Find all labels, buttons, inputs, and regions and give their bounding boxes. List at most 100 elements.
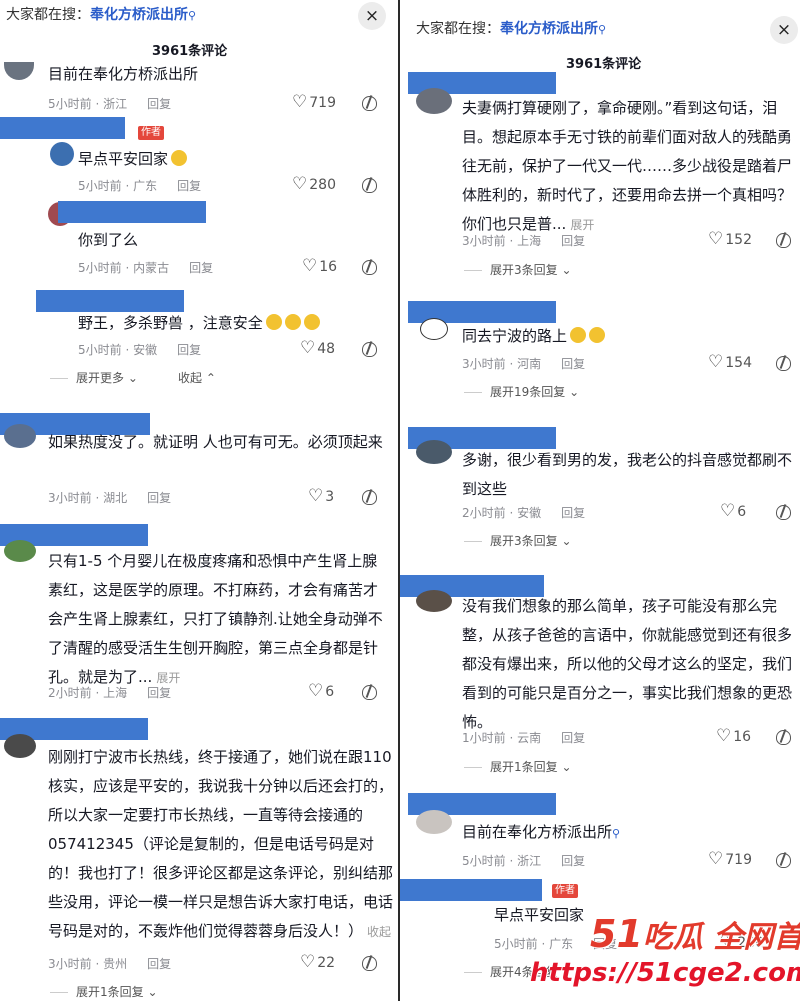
avatar[interactable] <box>416 810 452 834</box>
expand-text-button[interactable]: 展开 <box>570 218 594 232</box>
expand-replies-button[interactable]: 展开3条回复 ⌄ <box>464 532 572 549</box>
heart-icon: ♡ <box>708 229 724 249</box>
heart-icon: ♡ <box>720 501 736 521</box>
thumb-emoji-icon <box>265 314 282 330</box>
watermark-logo: 51吃瓜 全网首发 <box>590 912 800 956</box>
expand-replies-button[interactable]: 展开1条回复 ⌄ <box>50 983 158 1000</box>
avatar[interactable] <box>4 540 36 562</box>
search-suggestion[interactable]: 大家都在搜：奉化方桥派出所⚲ <box>416 18 606 38</box>
reply-button[interactable]: 回复 <box>147 686 171 700</box>
avatar[interactable] <box>4 424 36 448</box>
like-button[interactable]: ♡ 16 <box>716 726 751 746</box>
search-icon: ⚲ <box>188 9 197 22</box>
comment-meta: 5小时前 · 内蒙古 回复 <box>78 261 214 275</box>
dislike-icon[interactable] <box>362 260 377 275</box>
reply-button[interactable]: 回复 <box>561 357 585 371</box>
like-button[interactable]: ♡ 154 <box>708 352 752 372</box>
like-button[interactable]: ♡ 280 <box>292 174 336 194</box>
redacted-username <box>400 879 542 901</box>
dislike-icon[interactable] <box>776 356 791 371</box>
author-badge: 作者 <box>138 126 164 140</box>
watermark-url: https://51cge2.com <box>530 958 800 988</box>
comment-text: 早点平安回家 <box>78 145 378 174</box>
like-count: 48 <box>317 341 336 357</box>
redacted-username <box>58 201 206 223</box>
avatar[interactable] <box>420 318 448 340</box>
dislike-icon[interactable] <box>362 342 377 357</box>
search-link[interactable]: 奉化方桥派出所 <box>500 21 598 37</box>
avatar[interactable] <box>416 88 452 114</box>
avatar[interactable] <box>416 590 452 612</box>
collapse-button[interactable]: 收起 ⌃ <box>178 369 216 386</box>
like-button[interactable]: ♡ 6 <box>720 501 746 521</box>
like-button[interactable]: ♡ 719 <box>708 849 752 869</box>
reply-button[interactable]: 回复 <box>177 343 201 357</box>
reply-button[interactable]: 回复 <box>189 261 213 275</box>
dislike-icon[interactable] <box>362 685 377 700</box>
comment-text: 多谢，很少看到男的发，我老公的抖音感觉都刷不到这些 <box>462 451 793 498</box>
close-button[interactable]: × <box>770 16 798 44</box>
screenshot-root: 大家都在搜：奉化方桥派出所⚲ × 3961条评论 目前在奉化方桥派出所 5小时前… <box>0 0 800 1001</box>
dislike-icon[interactable] <box>362 96 377 111</box>
reply-button[interactable]: 回复 <box>177 179 201 193</box>
avatar[interactable] <box>4 734 36 758</box>
comment-meta: 3小时前 · 河南 回复 <box>462 357 586 371</box>
reply-button[interactable]: 回复 <box>147 491 171 505</box>
like-count: 16 <box>319 259 338 275</box>
comment-meta: 5小时前 · 广东 回复 <box>78 179 202 193</box>
like-count: 6 <box>325 684 335 700</box>
reply-button[interactable]: 回复 <box>147 957 171 971</box>
comment-meta: 3小时前 · 上海 回复 <box>462 234 586 248</box>
expand-more-button[interactable]: 展开更多 ⌄ <box>50 369 138 386</box>
expand-replies-button[interactable]: 展开3条回复 ⌄ <box>464 261 572 278</box>
heart-icon: ♡ <box>308 681 324 701</box>
right-comment-panel: 大家都在搜：奉化方桥派出所⚲ × 3961条评论 夫妻俩打算硬刚了，拿命硬刚。”… <box>400 0 800 1001</box>
heart-icon: ♡ <box>708 849 724 869</box>
comment-text: 夫妻俩打算硬刚了，拿命硬刚。”看到这句话，泪目。想起原本手无寸铁的前辈们面对敌人… <box>462 99 793 233</box>
comment-meta: 3小时前 · 湖北 回复 <box>48 491 172 505</box>
dislike-icon[interactable] <box>362 178 377 193</box>
search-prefix: 大家都在搜： <box>416 21 500 37</box>
reply-button[interactable]: 回复 <box>561 234 585 248</box>
reply-button[interactable]: 回复 <box>561 731 585 745</box>
search-suggestion[interactable]: 大家都在搜：奉化方桥派出所⚲ <box>6 4 196 24</box>
like-count: 16 <box>733 729 752 745</box>
expand-replies-button[interactable]: 展开1条回复 ⌄ <box>464 758 572 775</box>
dislike-icon[interactable] <box>362 490 377 505</box>
dislike-icon[interactable] <box>776 505 791 520</box>
expand-text-button[interactable]: 展开 <box>156 671 180 685</box>
close-button[interactable]: × <box>358 2 386 30</box>
comment-meta: 5小时前 · 浙江 回复 <box>48 97 172 111</box>
like-count: 152 <box>725 232 752 248</box>
like-button[interactable]: ♡ 6 <box>308 681 334 701</box>
dislike-icon[interactable] <box>362 956 377 971</box>
like-button[interactable]: ♡ 152 <box>708 229 752 249</box>
expand-replies-button[interactable]: 展开19条回复 ⌄ <box>464 383 579 400</box>
avatar[interactable] <box>416 440 452 464</box>
avatar[interactable] <box>4 62 34 80</box>
like-count: 6 <box>737 504 747 520</box>
comment-count: 3961条评论 <box>152 44 228 59</box>
pray-emoji-icon <box>171 150 188 166</box>
dislike-icon[interactable] <box>776 730 791 745</box>
like-button[interactable]: ♡ 719 <box>292 92 336 112</box>
like-button[interactable]: ♡ 48 <box>300 338 335 358</box>
dislike-icon[interactable] <box>776 853 791 868</box>
search-link[interactable]: 奉化方桥派出所 <box>90 7 188 23</box>
avatar[interactable] <box>50 142 74 166</box>
reply-button[interactable]: 回复 <box>561 506 585 520</box>
like-button[interactable]: ♡ 3 <box>308 486 334 506</box>
like-count: 154 <box>725 355 752 371</box>
collapse-text-button[interactable]: 收起 <box>367 925 391 939</box>
reply-button[interactable]: 回复 <box>561 854 585 868</box>
reply-button[interactable]: 回复 <box>147 97 171 111</box>
comment-text: 只有1-5 个月婴儿在极度疼痛和恐惧中产生肾上腺素红，这是医学的原理。不打麻药，… <box>48 552 383 686</box>
comment-text: 没有我们想象的那么简单，孩子可能没有那么完整，从孩子爸爸的言语中，你就能感觉到还… <box>462 597 793 731</box>
thumb-emoji-icon <box>303 314 320 330</box>
comment-meta: 1小时前 · 云南 回复 <box>462 731 586 745</box>
comment-text: 目前在奉化方桥派出所⚲ <box>462 823 621 841</box>
like-button[interactable]: ♡ 16 <box>302 256 337 276</box>
heart-icon: ♡ <box>292 92 308 112</box>
like-button[interactable]: ♡ 22 <box>300 952 335 972</box>
dislike-icon[interactable] <box>776 233 791 248</box>
